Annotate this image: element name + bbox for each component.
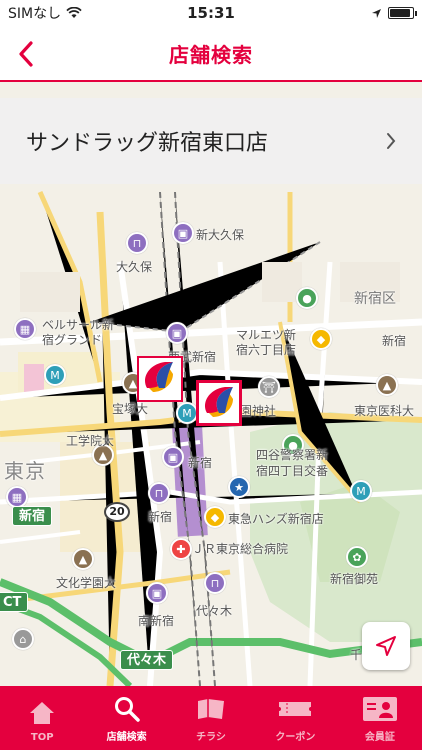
map-label: 大久保 bbox=[116, 260, 153, 274]
station-icon: ⊓ bbox=[126, 232, 148, 254]
status-bar: SIMなし 15:31 bbox=[0, 0, 422, 26]
status-right bbox=[371, 7, 417, 19]
map-label: 南新宿 bbox=[138, 614, 175, 628]
road-sign: CT bbox=[0, 592, 29, 612]
store-name: サンドラッグ新宿東口店 bbox=[26, 131, 269, 156]
map-label: 宿四丁目交番 bbox=[256, 464, 329, 478]
tab-label: TOP bbox=[30, 732, 54, 743]
tab-label: 会員証 bbox=[364, 732, 395, 743]
museum-icon: ⌂ bbox=[12, 628, 34, 650]
shop-icon: ◆ bbox=[310, 328, 332, 350]
map-label: 文化学園大 bbox=[56, 576, 117, 590]
map-label: 東急ハンズ新宿店 bbox=[228, 512, 324, 526]
map-label: 新宿区 bbox=[354, 291, 396, 307]
train-icon: ▣ bbox=[166, 322, 188, 344]
map-label: ＪＲ東京総合病院 bbox=[192, 542, 289, 556]
station-icon: ⊓ bbox=[148, 482, 170, 504]
map-label: ベルサール新 bbox=[42, 318, 115, 332]
location-arrow-icon bbox=[372, 8, 381, 18]
map-label: 新宿御苑 bbox=[330, 572, 379, 586]
map-label: 宿六丁目店 bbox=[236, 343, 297, 357]
tab-bar: TOP 店舗検索 チラシ クーポン 会員証 bbox=[0, 686, 422, 750]
page-title: 店舗検索 bbox=[169, 42, 253, 67]
police-icon: ★ bbox=[228, 476, 250, 498]
battery-icon bbox=[388, 7, 417, 19]
road-sign: 代々木 bbox=[120, 650, 174, 670]
hospital-icon: ✚ bbox=[170, 538, 192, 560]
nav-bar: 店舗検索 bbox=[0, 26, 422, 82]
shrine-icon: ⛩ bbox=[258, 376, 280, 398]
search-icon bbox=[114, 697, 140, 722]
battery-level bbox=[390, 9, 410, 17]
carrier-label: SIMなし bbox=[8, 6, 62, 22]
road-sign: 新宿 bbox=[12, 506, 53, 526]
station-icon: ⊓ bbox=[204, 572, 226, 594]
train-icon: ▣ bbox=[172, 222, 194, 244]
tab-flyer[interactable]: チラシ bbox=[169, 686, 253, 750]
wifi-icon bbox=[66, 7, 82, 18]
map-label: 東京 bbox=[4, 459, 46, 483]
map-label: 東京医科大 bbox=[354, 404, 415, 418]
park-icon: ● bbox=[296, 287, 318, 309]
chevron-left-icon bbox=[19, 41, 33, 67]
home-icon bbox=[30, 702, 55, 724]
building-icon: ▦ bbox=[6, 486, 28, 508]
store-banner[interactable]: サンドラッグ新宿東口店 bbox=[0, 98, 422, 184]
tab-label: チラシ bbox=[196, 732, 226, 743]
map-label: 代々木 bbox=[196, 604, 233, 618]
train-icon: ▣ bbox=[162, 446, 184, 468]
back-button[interactable] bbox=[8, 34, 44, 74]
tab-top[interactable]: TOP bbox=[0, 686, 84, 750]
chevron-right-icon bbox=[387, 133, 396, 149]
map-label: 宝塚大 bbox=[112, 402, 149, 416]
tab-member-card[interactable]: 会員証 bbox=[338, 686, 422, 750]
school-icon: ▲ bbox=[376, 374, 398, 396]
map-label: 新大久保 bbox=[196, 228, 245, 242]
map-label: 新宿 bbox=[148, 510, 173, 524]
map-label: 新宿 bbox=[188, 456, 213, 470]
tab-label: クーポン bbox=[275, 732, 316, 743]
map-label: マルエツ新 bbox=[236, 328, 297, 342]
sundrug-logo-icon bbox=[205, 387, 233, 417]
current-location-button[interactable] bbox=[362, 622, 410, 670]
train-icon: ▣ bbox=[146, 582, 168, 604]
carrier-group: SIMなし bbox=[8, 3, 82, 23]
map-label: 宿グランド bbox=[42, 333, 103, 347]
metro-icon: M bbox=[350, 480, 372, 502]
coupon-icon bbox=[279, 702, 312, 716]
park-icon: ✿ bbox=[346, 546, 368, 568]
metro-icon: M bbox=[176, 402, 198, 424]
shop-icon: ◆ bbox=[204, 506, 226, 528]
sundrug-logo-icon bbox=[145, 362, 173, 392]
location-arrow-icon bbox=[376, 636, 396, 656]
map-label: 新宿 bbox=[382, 334, 407, 348]
building-icon: ▦ bbox=[14, 318, 36, 340]
store-marker[interactable] bbox=[137, 356, 183, 402]
tab-coupon[interactable]: クーポン bbox=[253, 686, 337, 750]
map-label: 四谷警察署新 bbox=[256, 448, 329, 462]
tab-label: 店舗検索 bbox=[106, 732, 147, 743]
map-label: 工学院大 bbox=[66, 434, 115, 448]
route-number: 20 bbox=[104, 502, 130, 522]
store-marker-selected[interactable] bbox=[196, 380, 242, 426]
metro-icon: M bbox=[44, 364, 66, 386]
flyer-icon bbox=[198, 699, 225, 719]
member-card-icon bbox=[362, 697, 397, 721]
tab-store-search[interactable]: 店舗検索 bbox=[84, 686, 168, 750]
school-icon: ▲ bbox=[72, 548, 94, 570]
